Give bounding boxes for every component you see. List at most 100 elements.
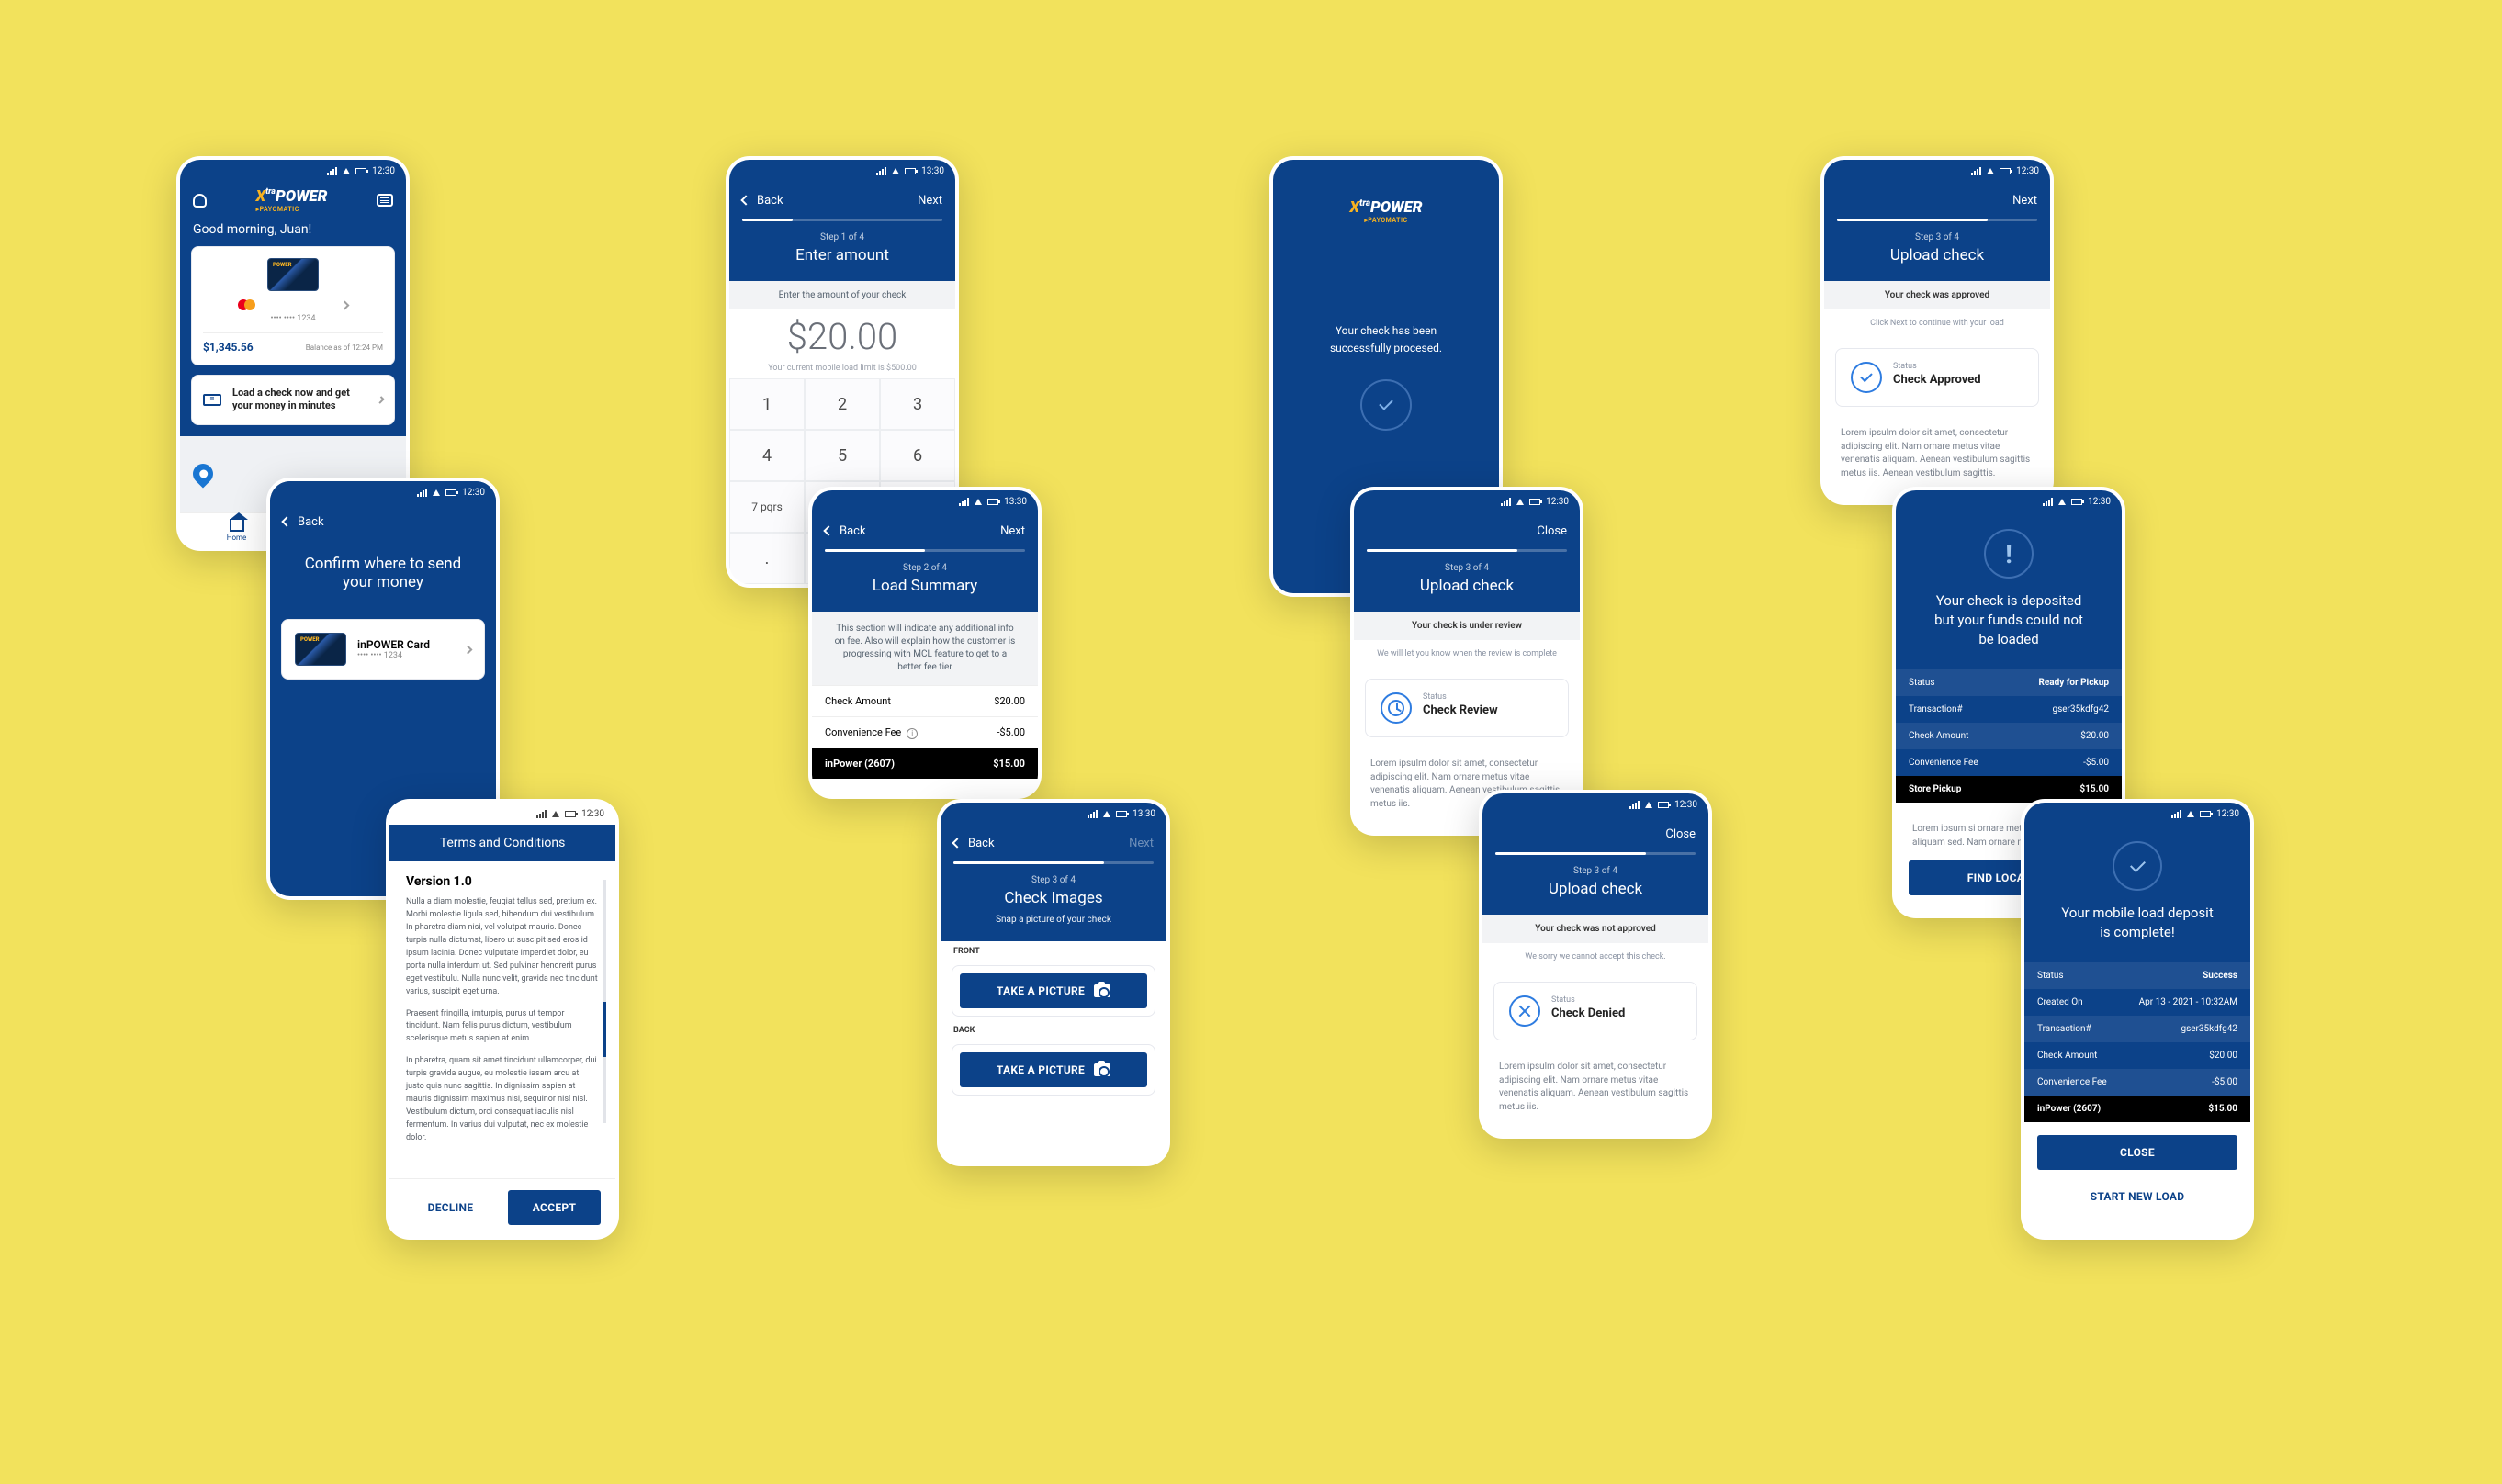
key-dot[interactable]: . — [729, 533, 805, 584]
key-5[interactable]: 5 — [805, 430, 880, 481]
map-pin-icon — [188, 460, 217, 489]
progress-bar — [953, 861, 1154, 864]
key-7[interactable]: 7 pqrs — [729, 481, 805, 533]
progress-bar — [1495, 852, 1696, 855]
step-label: Step 1 of 4 — [729, 232, 955, 242]
phone-complete: 12:30 Your mobile load deposit is comple… — [2021, 799, 2254, 1240]
close-button[interactable]: Close — [1537, 524, 1567, 538]
scrollbar-thumb[interactable] — [603, 1002, 606, 1057]
home-icon — [230, 519, 244, 532]
checkmark-circle-icon — [1851, 362, 1882, 393]
key-4[interactable]: 4 — [729, 430, 805, 481]
status-note: We will let you know when the review is … — [1354, 640, 1580, 668]
brand-logo: XtraPOWER▸PAYOMATIC — [256, 187, 328, 213]
take-back-picture-button[interactable]: TAKE A PICTURE — [960, 1052, 1147, 1087]
status-bar: 13:30 — [729, 160, 955, 182]
chevron-right-icon — [464, 645, 473, 654]
bell-icon[interactable] — [193, 194, 207, 208]
checkmark-circle-icon — [1360, 379, 1412, 431]
phone-check-images: 13:30 BackNext Step 3 of 4Check ImagesSn… — [937, 799, 1170, 1166]
status-bar: 12:30 — [1482, 793, 1708, 815]
limit-label: Your current mobile load limit is $500.0… — [768, 364, 917, 373]
page-title: Load Summary — [812, 577, 1038, 595]
promo-card[interactable]: Load a check now and get your money in m… — [191, 375, 395, 425]
key-1[interactable]: 1 — [729, 378, 805, 430]
next-button[interactable]: Next — [1000, 524, 1025, 538]
terms-body: Nulla a diam molestie, feugiat tellus se… — [406, 896, 599, 1145]
next-button[interactable]: Next — [2012, 194, 2037, 208]
status-note: Click Next to continue with your load — [1824, 309, 2050, 337]
status-card: StatusCheck Approved — [1835, 348, 2039, 407]
scrollbar-track[interactable] — [603, 880, 606, 1123]
decline-button[interactable]: DECLINE — [404, 1190, 497, 1225]
summary-table: StatusReady for Pickup Transaction#gser3… — [1896, 669, 2122, 803]
alert-circle-icon: ! — [1984, 529, 2034, 579]
step-label: Step 3 of 4 — [1354, 563, 1580, 573]
row-convenience-fee: Convenience Feei-$5.00 — [812, 716, 1038, 748]
result-title-1: Your check is deposited — [1896, 591, 2122, 611]
progress-bar — [1367, 549, 1567, 552]
card-image-icon — [295, 633, 346, 666]
accept-button[interactable]: ACCEPT — [508, 1190, 601, 1225]
row-total: inPower (2607)$15.00 — [812, 748, 1038, 779]
card-image-icon — [267, 258, 319, 291]
progress-bar — [1837, 219, 2037, 221]
close-button[interactable]: CLOSE — [2037, 1135, 2237, 1170]
status-bar: 12:30 — [1896, 490, 2122, 512]
back-label: BACK — [941, 1020, 1166, 1040]
next-button[interactable]: Next — [918, 194, 942, 208]
close-button[interactable]: Close — [1665, 827, 1696, 841]
result-title-3: be loaded — [1896, 630, 2122, 649]
chevron-right-icon — [377, 396, 384, 403]
status-description: Lorem ipsulm dolor sit amet, consectetur… — [1824, 427, 2050, 480]
phone-check-denied: 12:30 Close Step 3 of 4 Upload check Your… — [1479, 790, 1712, 1139]
success-line1: Your check has been — [1330, 322, 1442, 340]
status-bar: 13:30 — [941, 803, 1166, 825]
status-card: StatusCheck Review — [1365, 679, 1569, 737]
destination-card[interactable]: inPOWER Card •••• •••• 1234 — [281, 619, 485, 680]
back-button[interactable]: Back — [742, 194, 783, 208]
status-note: We sorry we cannot accept this check. — [1482, 943, 1708, 971]
subtitle: Snap a picture of your check — [941, 915, 1166, 925]
page-title: Upload check — [1482, 880, 1708, 898]
status-bar: 13:30 — [812, 490, 1038, 512]
take-front-picture-button[interactable]: TAKE A PICTURE — [960, 973, 1147, 1008]
status-bar: 12:30 — [1354, 490, 1580, 512]
x-circle-icon — [1509, 995, 1540, 1027]
card-name: inPOWER Card — [263, 298, 335, 311]
camera-icon — [1094, 1063, 1110, 1076]
phone-check-approved: 12:30 Next Step 3 of 4Upload check Your … — [1820, 156, 2054, 505]
start-new-load-button[interactable]: START NEW LOAD — [2037, 1179, 2237, 1214]
summary-table: StatusSuccess Created OnApr 13 - 2021 - … — [2024, 962, 2250, 1122]
clock-icon — [1381, 692, 1412, 724]
step-label: Step 3 of 4 — [941, 875, 1166, 885]
row-check-amount: Check Amount$20.00 — [812, 685, 1038, 716]
status-bar: 12:30 — [389, 803, 615, 825]
key-2[interactable]: 2 — [805, 378, 880, 430]
back-button[interactable]: Back — [953, 837, 995, 850]
balance: $1,345.56 — [203, 341, 254, 354]
checkmark-circle-icon — [2113, 841, 2162, 891]
phone-check-review: 12:30 Close Step 3 of 4Upload check Your… — [1350, 487, 1583, 836]
back-button[interactable]: Back — [283, 515, 324, 529]
progress-bar — [825, 549, 1025, 552]
success-line2: successfully procesed. — [1330, 340, 1442, 357]
phone-terms: 12:30 Terms and Conditions Version 1.0 N… — [386, 799, 619, 1240]
page-title: Enter amount — [729, 246, 955, 264]
status-bar: 12:30 — [1824, 160, 2050, 182]
step-label: Step 2 of 4 — [812, 563, 1038, 573]
key-6[interactable]: 6 — [880, 430, 955, 481]
info-icon[interactable]: i — [907, 728, 918, 739]
menu-icon[interactable] — [377, 194, 393, 207]
status-band: Your check was not approved — [1482, 915, 1708, 943]
back-button[interactable]: Back — [825, 524, 866, 538]
step-label: Step 3 of 4 — [1482, 866, 1708, 876]
balance-asof: Balance as of 12:24 PM — [306, 343, 383, 352]
card-summary[interactable]: inPOWER Card •••• •••• 1234 $1,345.56 Ba… — [191, 246, 395, 365]
key-3[interactable]: 3 — [880, 378, 955, 430]
status-bar: 12:30 — [180, 160, 406, 182]
step-label: Step 3 of 4 — [1824, 232, 2050, 242]
camera-icon — [1094, 984, 1110, 997]
result-title-2: is complete! — [2024, 923, 2250, 942]
mastercard-icon — [238, 299, 255, 310]
